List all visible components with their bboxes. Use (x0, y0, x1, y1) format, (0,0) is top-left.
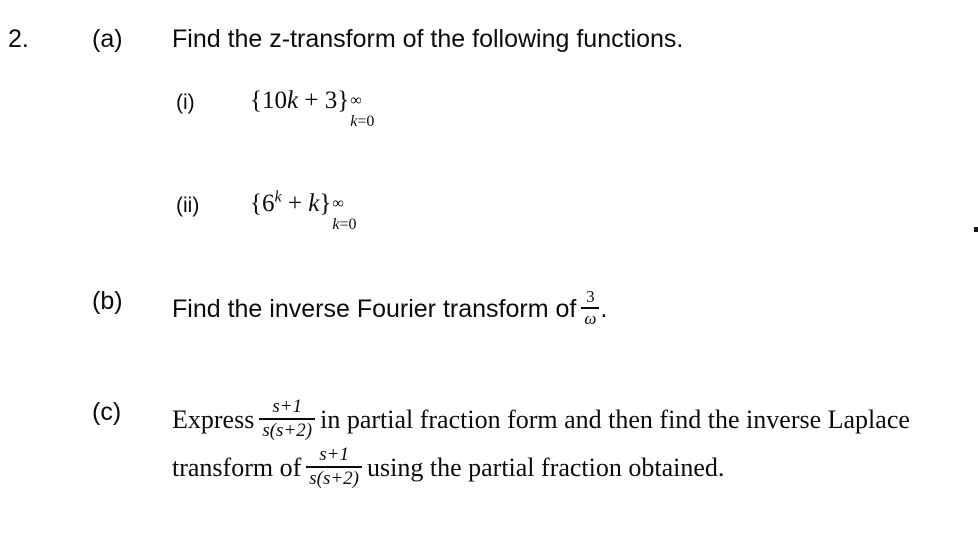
part-label-b: (b) (92, 287, 123, 315)
part-label-a: (a) (92, 25, 123, 53)
fraction-numerator: 3 (586, 287, 595, 306)
plus-operator: + (281, 190, 309, 217)
subpart-i-expression: {10k + 3} ∞ k=0 (250, 87, 374, 130)
subpart-ii-expression: {6k + k} ∞ k=0 (250, 188, 356, 232)
constant-term: 3 (324, 87, 338, 114)
question-number: 2. (8, 25, 29, 53)
subpart-label-i: (i) (176, 91, 195, 114)
part-label-c: (c) (92, 398, 122, 426)
coefficient: 10 (262, 87, 287, 114)
fraction-s-plus-1-over-s-s-plus-2: s+1 s(s+2) (259, 396, 316, 442)
lower-limit: k=0 (350, 114, 374, 130)
fraction-numerator: s+1 (319, 444, 349, 465)
part-c-line1-text-before: Express (172, 405, 255, 435)
part-c-line2-text-before: transform of (172, 453, 302, 483)
plus-operator: + (298, 87, 325, 114)
fraction-denominator: s(s+2) (262, 420, 313, 442)
exam-question-page: 2. (a) Find the z-transform of the follo… (0, 0, 978, 546)
open-brace: { (250, 87, 262, 114)
lower-limit-value: =0 (339, 216, 357, 233)
variable-k: k (287, 87, 299, 114)
fraction-denominator: s(s+2) (309, 468, 360, 490)
exponential-base: 6 (262, 190, 275, 217)
subpart-label-ii: (ii) (176, 194, 200, 217)
part-c-line2-text-after: using the partial fraction obtained. (367, 453, 725, 483)
close-brace: } (319, 190, 332, 217)
fraction-three-over-omega: 3 ω (581, 287, 600, 329)
part-c-statement-line1: Express s+1 s(s+2) in partial fraction f… (172, 396, 910, 442)
close-brace: } (337, 87, 350, 114)
fraction-numerator: s+1 (272, 396, 303, 417)
exponent-k: k (274, 188, 282, 206)
upper-limit-infinity: ∞ (350, 92, 362, 109)
part-c-statement-line2: transform of s+1 s(s+2) using the partia… (172, 444, 725, 490)
lower-limit-value: =0 (357, 113, 375, 130)
fraction-denominator: ω (584, 309, 597, 329)
part-b-text-before: Find the inverse Fourier transform of (172, 294, 577, 323)
part-b-statement: Find the inverse Fourier transform of 3 … (172, 287, 608, 329)
fraction-s-plus-1-over-s-s-plus-2: s+1 s(s+2) (306, 444, 363, 490)
part-b-text-after: . (600, 294, 608, 323)
part-c-line1-text-after: in partial fraction form and then find t… (320, 405, 910, 435)
variable-k: k (308, 190, 320, 217)
lower-limit: k=0 (332, 217, 356, 233)
part-a-statement: Find the z-transform of the following fu… (172, 25, 684, 53)
open-brace: { (250, 190, 262, 217)
upper-limit-infinity: ∞ (332, 195, 344, 212)
scan-artifact-speck (974, 227, 978, 232)
